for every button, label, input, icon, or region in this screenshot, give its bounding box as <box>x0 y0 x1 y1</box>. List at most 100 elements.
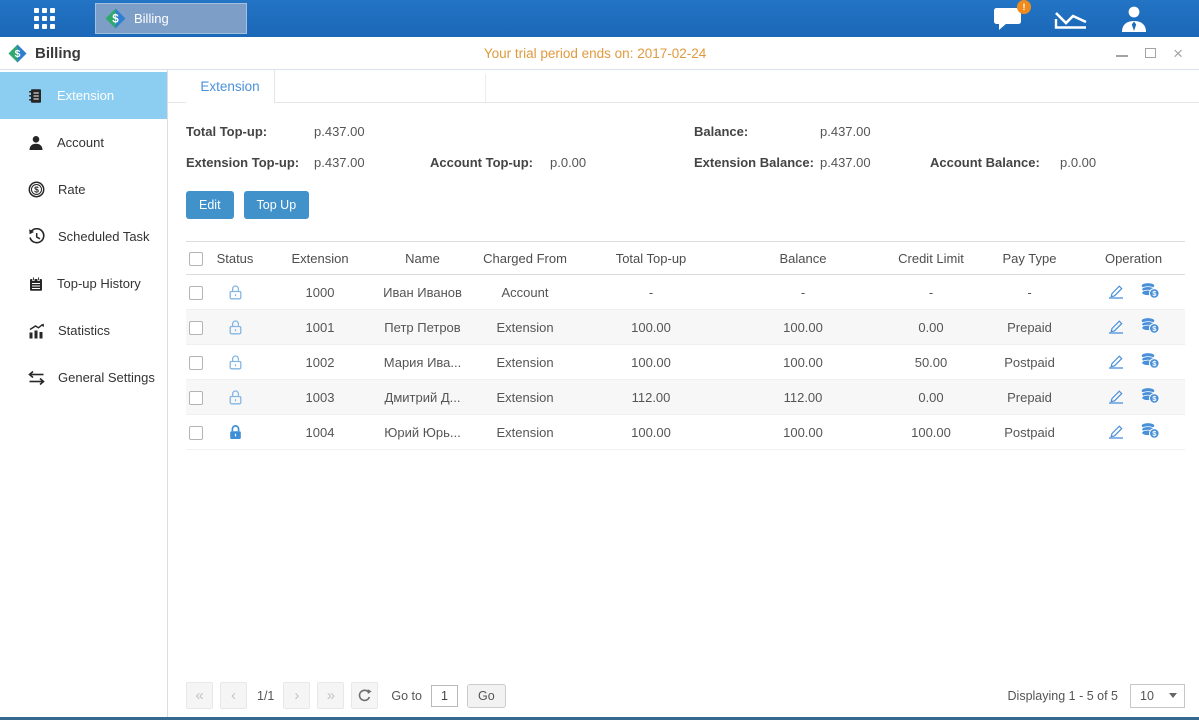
balance-label: Balance: <box>694 124 820 139</box>
goto-page-input[interactable] <box>431 685 458 707</box>
cell-extension: 1002 <box>264 345 376 380</box>
tab-strip-divider <box>485 74 486 102</box>
prev-page-button[interactable]: ‹ <box>220 682 247 709</box>
total-topup-value: p.437.00 <box>314 124 430 139</box>
cell-balance: 100.00 <box>721 415 885 450</box>
tab-strip: Extension <box>168 70 1199 103</box>
chevron-down-icon <box>1169 693 1177 698</box>
goto-label: Go to <box>391 689 422 703</box>
svg-text:$: $ <box>112 13 119 25</box>
sidebar-item-general-settings[interactable]: General Settings <box>0 354 167 401</box>
extension-topup-label: Extension Top-up: <box>186 155 314 170</box>
extension-balance-value: p.437.00 <box>820 155 930 170</box>
row-checkbox[interactable] <box>189 356 203 370</box>
row-checkbox[interactable] <box>189 426 203 440</box>
col-name: Name <box>376 242 469 275</box>
sidebar-item-label: Extension <box>57 88 114 103</box>
cell-charged-from: Extension <box>469 380 581 415</box>
refresh-button[interactable] <box>351 682 378 709</box>
col-status: Status <box>206 242 264 275</box>
refresh-icon <box>357 688 372 703</box>
col-charged-from: Charged From <box>469 242 581 275</box>
table-row[interactable]: 1002 Мария Ива... Extension 100.00 100.0… <box>186 345 1185 380</box>
top-up-button[interactable]: Top Up <box>244 191 310 219</box>
go-button[interactable]: Go <box>467 684 506 708</box>
window-titlebar: $ Billing Your trial period ends on: 201… <box>0 37 1199 70</box>
top-up-row-icon[interactable]: $ <box>1140 352 1160 369</box>
sidebar-item-extension[interactable]: Extension <box>0 72 167 119</box>
edit-button[interactable]: Edit <box>186 191 234 219</box>
top-up-row-icon[interactable]: $ <box>1140 282 1160 299</box>
notifications-icon[interactable]: ! <box>993 6 1023 31</box>
cell-total-topup: 100.00 <box>581 415 721 450</box>
minimize-button[interactable] <box>1116 49 1128 57</box>
table-row[interactable]: 1003 Дмитрий Д... Extension 112.00 112.0… <box>186 380 1185 415</box>
status-lock-icon[interactable] <box>227 284 244 301</box>
top-up-row-icon[interactable]: $ <box>1140 422 1160 439</box>
row-checkbox[interactable] <box>189 286 203 300</box>
displaying-text: Displaying 1 - 5 of 5 <box>1008 689 1118 703</box>
edit-row-icon[interactable] <box>1107 423 1125 439</box>
sidebar-item-account[interactable]: Account <box>0 119 167 166</box>
col-credit-limit: Credit Limit <box>885 242 977 275</box>
status-lock-icon[interactable] <box>227 424 244 441</box>
top-up-row-icon[interactable]: $ <box>1140 387 1160 404</box>
tab-extension[interactable]: Extension <box>186 70 275 103</box>
table-row[interactable]: 1004 Юрий Юрь... Extension 100.00 100.00… <box>186 415 1185 450</box>
page-size-select[interactable]: 10 <box>1130 684 1185 708</box>
cell-name: Мария Ива... <box>376 345 469 380</box>
col-pay-type: Pay Type <box>977 242 1082 275</box>
last-page-button[interactable]: » <box>317 682 344 709</box>
reports-chart-icon[interactable] <box>1053 6 1089 31</box>
cell-name: Петр Петров <box>376 310 469 345</box>
cell-credit-limit: 50.00 <box>885 345 977 380</box>
sidebar-item-label: General Settings <box>58 370 155 385</box>
cell-extension: 1001 <box>264 310 376 345</box>
extension-topup-value: p.437.00 <box>314 155 430 170</box>
cell-name: Юрий Юрь... <box>376 415 469 450</box>
apps-grid-icon[interactable] <box>34 8 55 29</box>
sidebar-item-label: Account <box>57 135 104 150</box>
close-button[interactable]: × <box>1173 45 1183 62</box>
cell-charged-from: Account <box>469 275 581 310</box>
sidebar-item-topup-history[interactable]: Top-up History <box>0 260 167 307</box>
user-account-icon[interactable] <box>1119 5 1149 32</box>
trial-notice: Your trial period ends on: 2017-02-24 <box>484 46 706 61</box>
cell-pay-type: Prepaid <box>977 310 1082 345</box>
taskbar-tab-billing[interactable]: $ Billing <box>95 3 247 34</box>
cell-name: Иван Иванов <box>376 275 469 310</box>
table-row[interactable]: 1000 Иван Иванов Account - - - - $ <box>186 275 1185 310</box>
next-page-button[interactable]: › <box>283 682 310 709</box>
edit-row-icon[interactable] <box>1107 318 1125 334</box>
edit-row-icon[interactable] <box>1107 283 1125 299</box>
status-lock-icon[interactable] <box>227 354 244 371</box>
cell-balance: 100.00 <box>721 345 885 380</box>
notification-badge: ! <box>1017 0 1031 14</box>
sidebar-item-statistics[interactable]: Statistics <box>0 307 167 354</box>
account-topup-value: p.0.00 <box>550 155 694 170</box>
cell-credit-limit: - <box>885 275 977 310</box>
cell-extension: 1003 <box>264 380 376 415</box>
taskbar-tab-label: Billing <box>134 11 169 26</box>
status-lock-icon[interactable] <box>227 319 244 336</box>
person-icon <box>28 135 44 151</box>
first-page-button[interactable]: « <box>186 682 213 709</box>
cell-total-topup: 100.00 <box>581 345 721 380</box>
edit-row-icon[interactable] <box>1107 388 1125 404</box>
row-checkbox[interactable] <box>189 391 203 405</box>
edit-row-icon[interactable] <box>1107 353 1125 369</box>
maximize-button[interactable] <box>1145 48 1156 58</box>
status-lock-icon[interactable] <box>227 389 244 406</box>
ledger-icon <box>28 88 44 104</box>
sidebar-item-rate[interactable]: $ Rate <box>0 166 167 213</box>
sidebar-item-label: Statistics <box>58 323 110 338</box>
cell-pay-type: Prepaid <box>977 380 1082 415</box>
select-all-checkbox[interactable] <box>189 252 203 266</box>
main-content: Extension Total Top-up: p.437.00 Balance… <box>168 70 1199 717</box>
arrows-icon <box>28 370 45 386</box>
top-up-row-icon[interactable]: $ <box>1140 317 1160 334</box>
table-row[interactable]: 1001 Петр Петров Extension 100.00 100.00… <box>186 310 1185 345</box>
row-checkbox[interactable] <box>189 321 203 335</box>
sidebar-item-scheduled-task[interactable]: Scheduled Task <box>0 213 167 260</box>
sidebar-item-label: Top-up History <box>57 276 141 291</box>
